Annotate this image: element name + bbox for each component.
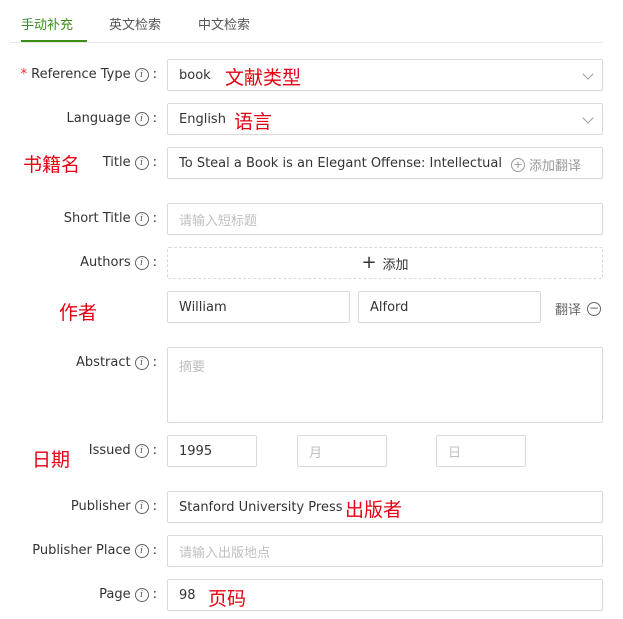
short-title-input[interactable]: 请输入短标题	[167, 203, 603, 235]
info-icon[interactable]: i	[134, 587, 149, 602]
author-first-name-input[interactable]: William	[167, 291, 350, 323]
plus-circle-icon: +	[511, 157, 525, 172]
translate-button[interactable]: 翻译	[555, 299, 581, 318]
info-icon[interactable]: i	[134, 67, 149, 82]
minus-circle-icon[interactable]: −	[587, 301, 602, 316]
annotation-publisher: 出版者	[345, 499, 403, 521]
annotation-doc-type: 文献类型	[225, 67, 302, 89]
issued-month-input[interactable]: 月	[297, 435, 387, 467]
info-icon[interactable]: i	[134, 499, 149, 514]
chevron-down-icon	[582, 112, 594, 124]
tab-english-search[interactable]: 英文检索	[109, 14, 161, 33]
annotation-title: 书籍名	[23, 154, 81, 176]
tab-manual[interactable]: 手动补充	[21, 14, 73, 33]
page-label: Page i:	[99, 587, 157, 602]
add-translation-button[interactable]: + 添加翻译	[511, 155, 581, 174]
plus-icon: +	[361, 252, 377, 273]
info-icon[interactable]: i	[134, 543, 149, 558]
reference-type-label: * Reference Type i:	[20, 67, 157, 82]
language-select[interactable]: English	[167, 103, 603, 135]
info-icon[interactable]: i	[134, 111, 149, 126]
tab-bar: 手动补充 英文检索 中文检索	[10, 0, 603, 43]
author-last-name-input[interactable]: Alford	[358, 291, 541, 323]
author-translate-controls: 翻译 −	[555, 299, 602, 318]
info-icon[interactable]: i	[134, 211, 149, 226]
active-tab-indicator	[21, 40, 87, 42]
abstract-label: Abstract i:	[76, 355, 157, 370]
language-label: Language i:	[66, 111, 157, 126]
publisher-label: Publisher i:	[70, 499, 157, 514]
abstract-textarea[interactable]: 摘要	[167, 347, 603, 423]
add-author-button[interactable]: + 添加	[167, 247, 603, 279]
issued-day-input[interactable]: 日	[436, 435, 526, 467]
publisher-place-input[interactable]: 请输入出版地点	[167, 535, 603, 567]
info-icon[interactable]: i	[134, 155, 149, 170]
title-label: Title i:	[102, 155, 157, 170]
chevron-down-icon	[582, 68, 594, 80]
annotation-language: 语言	[234, 111, 273, 133]
publisher-place-label: Publisher Place i:	[32, 543, 157, 558]
tab-chinese-search[interactable]: 中文检索	[198, 14, 250, 33]
info-icon[interactable]: i	[134, 355, 149, 370]
short-title-label: Short Title i:	[63, 211, 157, 226]
annotation-page: 页码	[208, 588, 247, 610]
info-icon[interactable]: i	[134, 255, 149, 270]
issued-label: Issued i:	[88, 443, 157, 458]
info-icon[interactable]: i	[134, 443, 149, 458]
issued-year-input[interactable]: 1995	[167, 435, 257, 467]
annotation-date: 日期	[32, 449, 71, 471]
authors-label: Authors i:	[80, 255, 157, 270]
annotation-author: 作者	[59, 302, 98, 324]
